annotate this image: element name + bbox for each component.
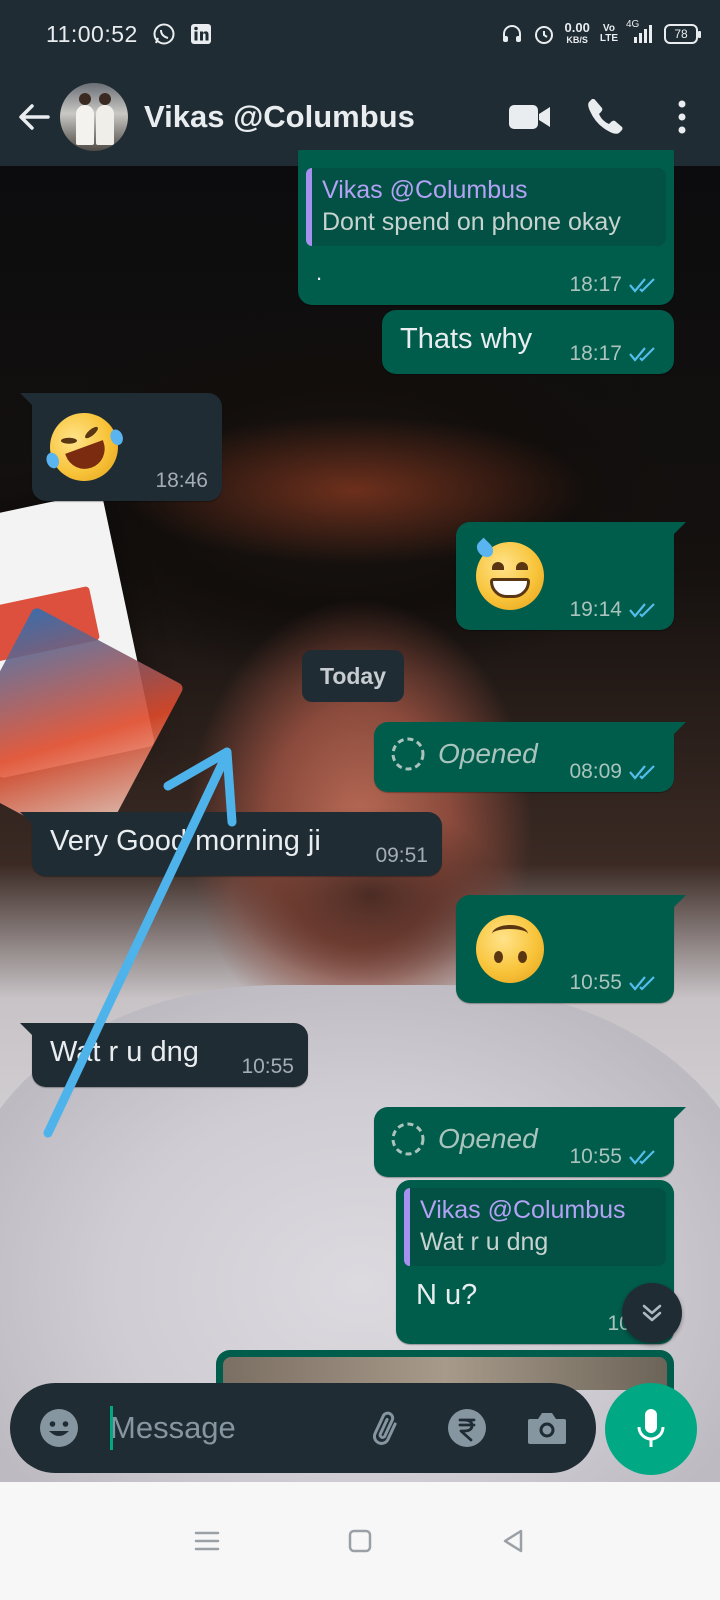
double-chevron-down-icon [642, 1304, 662, 1322]
upside-down-face-emoji-icon [476, 915, 544, 983]
recents-button[interactable] [172, 1506, 242, 1576]
more-options-button[interactable] [644, 79, 720, 155]
grinning-sweat-emoji-icon [473, 537, 544, 610]
text-caret [110, 1406, 113, 1450]
view-once-icon [391, 737, 425, 771]
message-time: 09:51 [375, 844, 428, 867]
message-input-wrap [110, 1398, 356, 1458]
video-call-button[interactable] [492, 79, 568, 155]
rupee-payment-icon [448, 1409, 486, 1447]
back-button[interactable] [4, 87, 64, 147]
message-time: 18:17 [569, 273, 622, 296]
message-bubble-incoming[interactable]: Wat r u dng 10:55 [20, 1023, 308, 1087]
quoted-text: Wat r u dng [420, 1228, 549, 1256]
view-once-message[interactable]: Opened 08:09 [374, 722, 686, 792]
view-once-icon [391, 1122, 425, 1156]
back-triangle-icon [504, 1529, 523, 1553]
read-ticks-icon [628, 973, 660, 993]
system-navigation-bar [0, 1482, 720, 1600]
attach-icon [373, 1411, 397, 1445]
message-bubble-incoming[interactable]: Very Good morning ji 09:51 [20, 812, 442, 876]
message-meta: 10:55 [569, 1145, 660, 1169]
message-time: 10:55 [569, 1145, 622, 1168]
message-meta: 08:09 [569, 760, 660, 784]
linkedin-icon [190, 23, 212, 45]
rolling-laughing-emoji-icon [40, 403, 128, 491]
back-arrow-icon [19, 104, 50, 130]
read-ticks-icon [628, 344, 660, 364]
message-time: 18:46 [155, 469, 208, 492]
read-ticks-icon [628, 762, 660, 782]
message-bubble-outgoing[interactable]: Thats why 18:17 [382, 310, 674, 374]
message-time: 19:14 [569, 598, 622, 621]
camera-icon [528, 1413, 566, 1444]
message-meta: 18:17 [569, 342, 660, 366]
quoted-text: Dont spend on phone okay [322, 208, 621, 236]
voice-record-button[interactable] [605, 1383, 697, 1475]
status-bar: 11:00:52 0.00 KB/S Vo LTE 4G 78 [0, 0, 720, 68]
message-meta: 10:55 [241, 1055, 294, 1079]
message-meta: 18:17 [569, 273, 660, 297]
read-ticks-icon [628, 275, 660, 295]
alarm-icon [533, 23, 555, 45]
network-type: 4G [626, 19, 640, 30]
message-meta: 10:55 [569, 971, 660, 995]
quoted-message[interactable]: Vikas @Columbus Wat r u dng [404, 1188, 666, 1266]
read-ticks-icon [628, 600, 660, 620]
message-compose-bar [10, 1383, 596, 1473]
quoted-message[interactable]: Vikas @Columbus Dont spend on phone okay [306, 168, 666, 246]
volte-bottom: LTE [599, 33, 618, 44]
mic-icon [637, 1409, 665, 1447]
message-time: 08:09 [569, 760, 622, 783]
menu-icon [194, 1531, 219, 1551]
camera-button[interactable] [516, 1397, 578, 1459]
quoted-author: Vikas @Columbus [322, 176, 528, 204]
scroll-to-bottom-button[interactable] [622, 1283, 682, 1343]
message-input[interactable] [110, 1410, 356, 1446]
battery-level: 78 [674, 27, 688, 41]
date-separator: Today [302, 650, 404, 702]
net-speed-value: 0.00 [564, 20, 590, 35]
net-speed-unit: KB/S [566, 35, 588, 45]
volte-indicator: Vo LTE [600, 24, 618, 44]
network-speed: 0.00 KB/S [564, 20, 590, 46]
quoted-author: Vikas @Columbus [420, 1196, 626, 1224]
signal-icon: 4G [626, 19, 654, 45]
more-options-icon [678, 100, 686, 134]
voice-call-button[interactable] [568, 79, 644, 155]
message-bubble-outgoing[interactable]: Vikas @Columbus Dont spend on phone okay… [298, 150, 674, 305]
status-time: 11:00:52 [46, 20, 138, 47]
view-once-message[interactable]: Opened 10:55 [374, 1107, 686, 1177]
opened-label: Opened [438, 1123, 538, 1154]
message-bubble-outgoing[interactable]: 10:55 [456, 895, 686, 1003]
battery-icon: 78 [664, 24, 701, 44]
message-time: 18:17 [569, 342, 622, 365]
message-meta: 18:46 [155, 469, 208, 493]
payment-button[interactable] [436, 1397, 498, 1459]
voice-call-icon [588, 99, 623, 134]
emoji-icon [40, 1409, 78, 1447]
avatar[interactable] [60, 83, 128, 151]
message-time: 10:55 [241, 1055, 294, 1078]
contact-name[interactable]: Vikas @Columbus [144, 99, 492, 135]
message-text: Very Good morning ji [50, 825, 321, 857]
attach-button[interactable] [356, 1397, 418, 1459]
home-button[interactable] [325, 1506, 395, 1576]
back-nav-button[interactable] [478, 1506, 548, 1576]
message-bubble-outgoing[interactable]: 19:14 [456, 522, 686, 630]
message-meta: 19:14 [569, 598, 660, 622]
opened-label: Opened [438, 738, 538, 769]
emoji-button[interactable] [28, 1397, 90, 1459]
message-meta: 09:51 [375, 844, 428, 868]
home-square-icon [348, 1529, 372, 1553]
video-call-icon [509, 105, 550, 129]
whatsapp-icon [152, 22, 176, 46]
read-ticks-icon [628, 1147, 660, 1167]
message-time: 10:55 [569, 971, 622, 994]
message-bubble-incoming[interactable]: 18:46 [20, 393, 222, 501]
headphones-icon [501, 23, 523, 45]
